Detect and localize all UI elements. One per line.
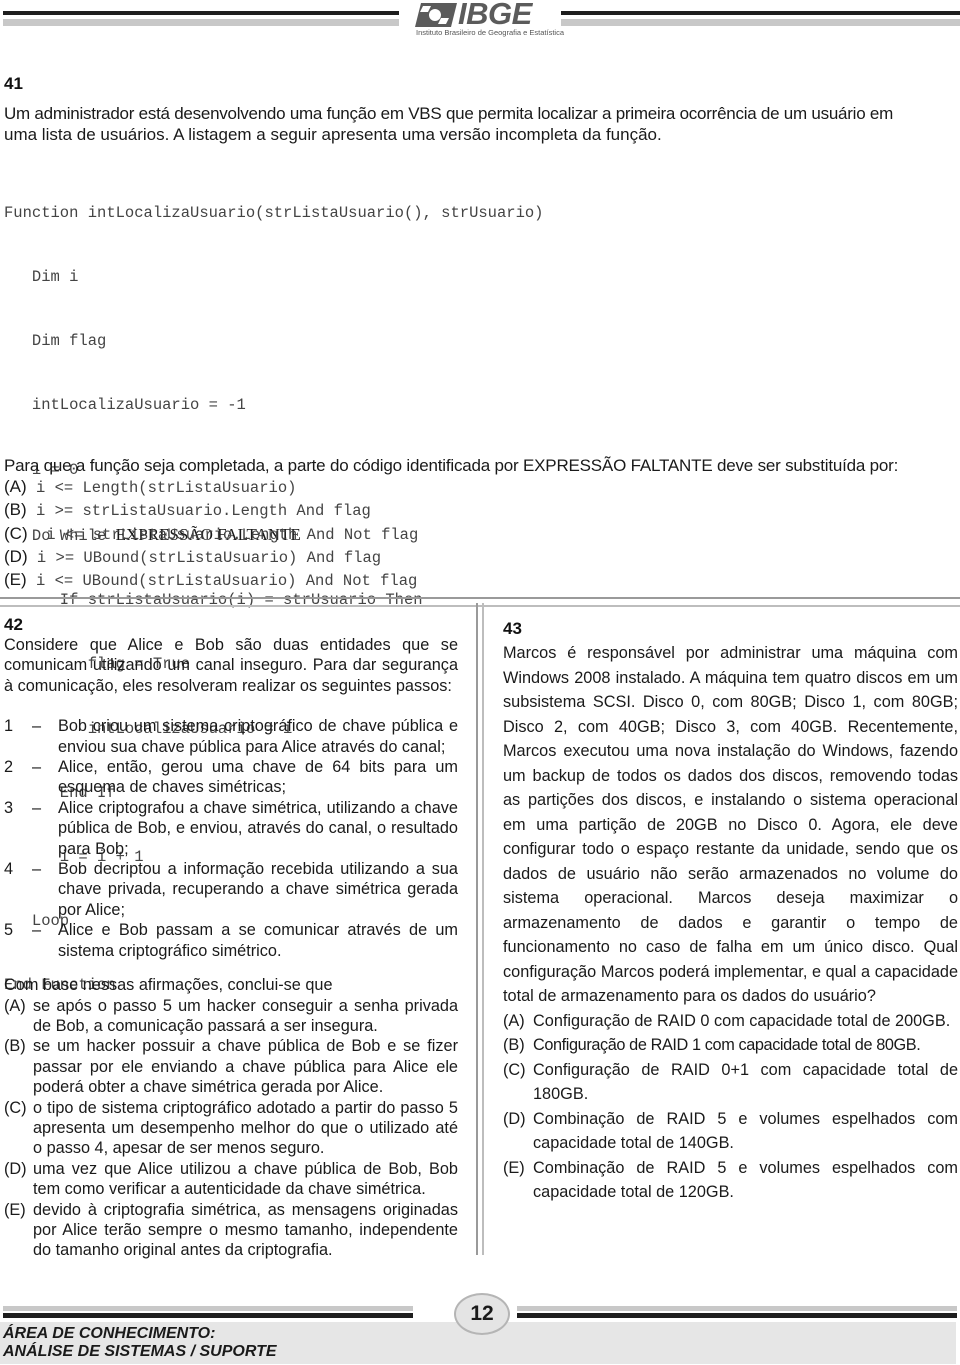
step-dash: – bbox=[32, 860, 42, 879]
option-text: i <= Length(strListaUsuario) bbox=[26, 479, 297, 497]
ibge-emblem-icon bbox=[415, 3, 457, 27]
option-42-d[interactable]: (D) uma vez que Alice utilizou a chave pú… bbox=[4, 1159, 458, 1200]
step-item: 3– Alice criptografou a chave simétrica, … bbox=[4, 798, 458, 859]
option-text: i <= strListaUsuario.Length And Not flag bbox=[27, 525, 419, 544]
code-line: intLocalizaUsuario = -1 bbox=[4, 396, 246, 415]
step-item: 2– Alice, então, gerou uma chave de 64 bi… bbox=[4, 757, 458, 798]
option-41-d[interactable]: (D) i >= UBound(strListaUsuario) And fla… bbox=[4, 546, 418, 569]
footer-rule-left-light bbox=[3, 1306, 413, 1311]
question-41-number: 41 bbox=[4, 74, 23, 93]
option-42-e[interactable]: (E) devido à criptografia simétrica, as m… bbox=[4, 1200, 458, 1261]
question-43-number: 43 bbox=[503, 619, 522, 638]
question-41-intro: Um administrador está desenvolvendo uma … bbox=[4, 103, 959, 145]
question-43: 43 Marcos é responsável por administrar … bbox=[503, 617, 958, 1205]
option-43-c[interactable]: (C) Configuração de RAID 0+1 com capacida… bbox=[503, 1058, 958, 1107]
step-item: 1– Bob criou um sistema criptográfico de … bbox=[4, 716, 458, 757]
option-text: i >= UBound(strListaUsuario) And flag bbox=[27, 548, 382, 567]
question-41-options: (A) i <= Length(strListaUsuario) (B) i >… bbox=[4, 476, 418, 592]
option-text: Configuração de RAID 1 com capacidade to… bbox=[533, 1036, 921, 1054]
option-label: (B) bbox=[4, 500, 27, 520]
option-text: o tipo de sistema criptográfico adotado … bbox=[33, 1098, 458, 1158]
option-label: (C) bbox=[503, 1060, 526, 1079]
page-number: 12 bbox=[454, 1293, 510, 1335]
question-43-options: (A) Configuração de RAID 0 com capacidade… bbox=[503, 1009, 958, 1205]
option-text: i >= strListaUsuario.Length And flag bbox=[26, 502, 371, 521]
option-41-a[interactable]: (A) i <= Length(strListaUsuario) bbox=[4, 476, 418, 499]
option-text: se um hacker possuir a chave pública de … bbox=[33, 1037, 458, 1097]
option-label: (B) bbox=[4, 1037, 26, 1056]
column-divider-vertical bbox=[476, 603, 484, 1255]
step-dash: – bbox=[32, 798, 42, 817]
option-text: se após o passo 5 um hacker conseguir a … bbox=[33, 996, 458, 1035]
option-42-c[interactable]: (C) o tipo de sistema criptográfico adota… bbox=[4, 1098, 458, 1159]
option-label: (E) bbox=[4, 570, 27, 590]
option-label: (A) bbox=[503, 1011, 525, 1030]
step-item: 5– Alice e Bob passam a se comunicar atra… bbox=[4, 920, 458, 961]
step-dash: – bbox=[32, 758, 42, 777]
option-text: Combinação de RAID 5 e volumes espelhado… bbox=[533, 1158, 958, 1202]
footer-rule-right-dark bbox=[517, 1313, 957, 1318]
question-42-number: 42 bbox=[4, 615, 23, 634]
step-text: Alice e Bob passam a se comunicar atravé… bbox=[58, 921, 458, 960]
option-label: (E) bbox=[4, 1200, 26, 1219]
step-item: 4– Bob decriptou a informação recebida ut… bbox=[4, 859, 458, 920]
question-41-intro-line1: Um administrador está desenvolvendo uma … bbox=[4, 104, 893, 123]
code-line: Dim flag bbox=[4, 332, 107, 351]
option-label: (C) bbox=[4, 523, 28, 543]
header-rule-left-dark bbox=[3, 11, 399, 15]
option-label: (A) bbox=[4, 996, 26, 1015]
footer-area-line2: ANÁLISE DE SISTEMAS / SUPORTE bbox=[3, 1343, 277, 1360]
question-42-prompt: Com base nessas afirmações, conclui-se q… bbox=[4, 976, 333, 995]
step-number: 2 bbox=[4, 758, 14, 777]
option-text: Configuração de RAID 0 com capacidade to… bbox=[533, 1011, 951, 1030]
option-41-b[interactable]: (B) i >= strListaUsuario.Length And flag bbox=[4, 499, 418, 522]
option-41-e[interactable]: (E) i <= UBound(strListaUsuario) And Not… bbox=[4, 569, 418, 592]
option-label: (E) bbox=[503, 1158, 525, 1177]
question-41-prompt: Para que a função seja completada, a par… bbox=[4, 456, 899, 475]
step-dash: – bbox=[32, 921, 42, 940]
step-number: 1 bbox=[4, 717, 14, 736]
logo-subtitle: Instituto Brasileiro de Geografia e Esta… bbox=[416, 28, 564, 37]
step-number: 4 bbox=[4, 860, 14, 879]
question-42-steps: 1– Bob criou um sistema criptográfico de … bbox=[4, 716, 458, 961]
option-label: (B) bbox=[503, 1036, 525, 1054]
question-42: 42 Considere que Alice e Bob são duas en… bbox=[4, 615, 458, 1261]
option-label: (D) bbox=[4, 546, 28, 566]
question-41-intro-line2: uma lista de usuários. A listagem a segu… bbox=[4, 125, 662, 144]
option-43-e[interactable]: (E) Combinação de RAID 5 e volumes espelh… bbox=[503, 1156, 958, 1205]
question-42-intro: Considere que Alice e Bob são duas entid… bbox=[4, 636, 458, 695]
option-42-a[interactable]: (A) se após o passo 5 um hacker conseguir… bbox=[4, 996, 458, 1037]
header-rule-right-light bbox=[561, 19, 960, 26]
option-41-c[interactable]: (C) i <= strListaUsuario.Length And Not … bbox=[4, 523, 418, 546]
option-43-d[interactable]: (D) Combinação de RAID 5 e volumes espelh… bbox=[503, 1107, 958, 1156]
step-number: 3 bbox=[4, 798, 14, 817]
header-rule-right-dark bbox=[561, 11, 960, 15]
option-42-b[interactable]: (B) se um hacker possuir a chave pública … bbox=[4, 1036, 458, 1097]
footer-rule-right-light bbox=[517, 1306, 957, 1311]
question-42-options: (A) se após o passo 5 um hacker conseguir… bbox=[4, 996, 458, 1261]
question-43-intro: Marcos é responsável por administrar uma… bbox=[503, 644, 958, 1005]
option-text: Configuração de RAID 0+1 com capacidade … bbox=[533, 1060, 958, 1104]
footer-rule-left-dark bbox=[3, 1313, 413, 1318]
step-text: Alice, então, gerou uma chave de 64 bits… bbox=[58, 758, 458, 797]
code-line: Dim i bbox=[4, 268, 79, 287]
option-43-b[interactable]: (B) Configuração de RAID 1 com capacidade… bbox=[503, 1033, 958, 1058]
step-text: Bob criou um sistema criptográfico de ch… bbox=[58, 717, 458, 756]
option-label: (A) bbox=[4, 477, 27, 496]
footer-area-line1: ÁREA DE CONHECIMENTO: bbox=[3, 1325, 216, 1342]
step-dash: – bbox=[32, 717, 42, 736]
option-text: Combinação de RAID 5 e volumes espelhado… bbox=[533, 1109, 958, 1153]
option-text: i <= UBound(strListaUsuario) And Not fla… bbox=[26, 572, 418, 591]
step-text: Alice criptografou a chave simétrica, ut… bbox=[58, 798, 458, 858]
option-label: (D) bbox=[503, 1109, 526, 1128]
option-label: (C) bbox=[4, 1098, 27, 1117]
step-text: Bob decriptou a informação recebida util… bbox=[58, 860, 458, 919]
option-label: (D) bbox=[4, 1159, 27, 1178]
option-43-a[interactable]: (A) Configuração de RAID 0 com capacidade… bbox=[503, 1009, 958, 1034]
option-text: devido à criptografia simétrica, as mens… bbox=[33, 1200, 458, 1260]
step-number: 5 bbox=[4, 921, 14, 940]
header-rule-left-light bbox=[3, 19, 399, 26]
code-line: Function intLocalizaUsuario(strListaUsua… bbox=[4, 203, 544, 222]
option-text: uma vez que Alice utilizou a chave públi… bbox=[33, 1159, 458, 1199]
